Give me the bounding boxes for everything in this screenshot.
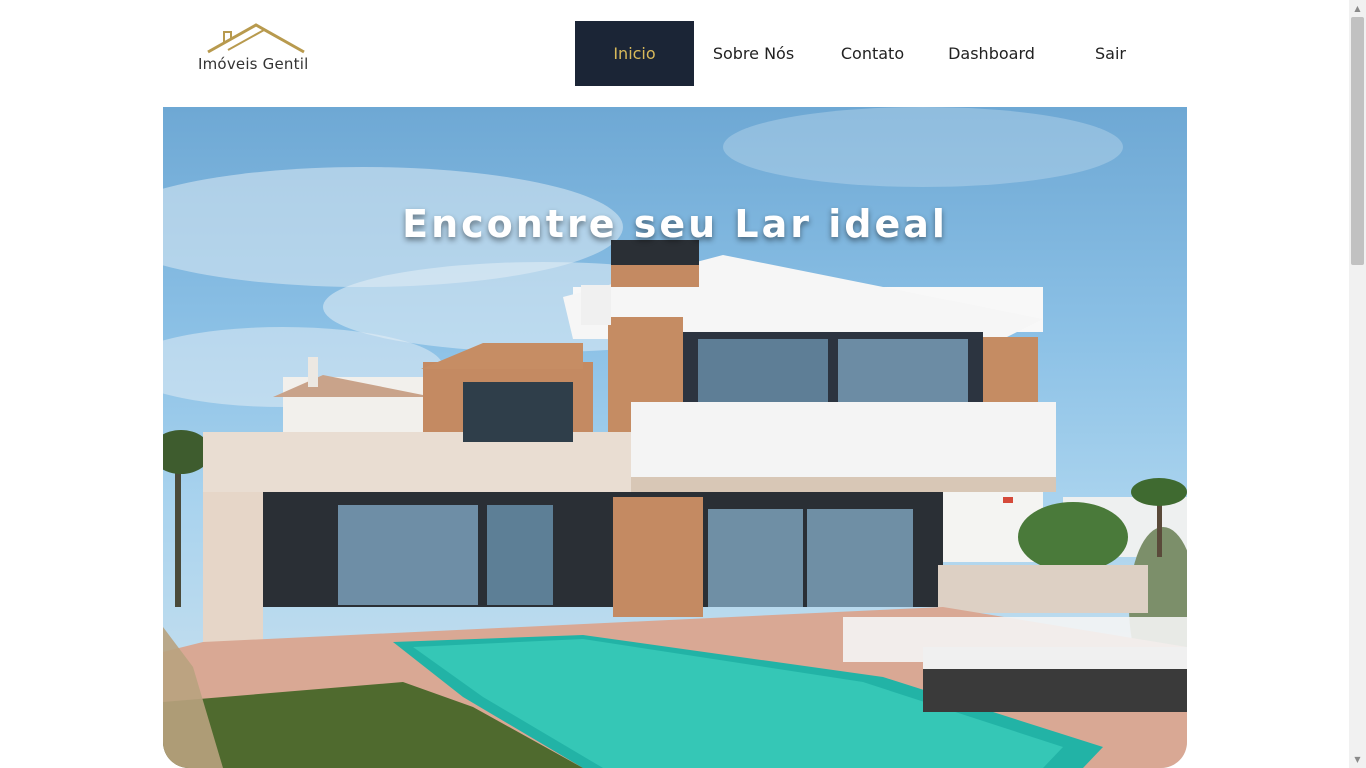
nav-item-contato[interactable]: Contato: [813, 21, 932, 86]
scrollbar-thumb[interactable]: [1351, 17, 1364, 265]
page: Imóveis Gentil Inicio Sobre Nós Contato …: [0, 0, 1366, 768]
nav-item-sair[interactable]: Sair: [1051, 21, 1170, 86]
hero-banner: Encontre seu Lar ideal: [163, 107, 1187, 768]
nav-item-dashboard[interactable]: Dashboard: [932, 21, 1051, 86]
house-roof-icon: [207, 23, 305, 54]
brand-name: Imóveis Gentil: [198, 55, 309, 73]
logo[interactable]: Imóveis Gentil: [198, 22, 322, 78]
arrow-down-icon[interactable]: ▼: [1349, 751, 1366, 768]
hero-title: Encontre seu Lar ideal: [402, 202, 948, 247]
vertical-scrollbar[interactable]: ▲ ▼: [1349, 0, 1366, 768]
site-header: Imóveis Gentil Inicio Sobre Nós Contato …: [163, 0, 1187, 107]
main-nav: Inicio Sobre Nós Contato Dashboard Sair: [575, 21, 1170, 86]
arrow-up-icon[interactable]: ▲: [1349, 0, 1366, 17]
nav-item-inicio[interactable]: Inicio: [575, 21, 694, 86]
nav-item-sobre-nos[interactable]: Sobre Nós: [694, 21, 813, 86]
